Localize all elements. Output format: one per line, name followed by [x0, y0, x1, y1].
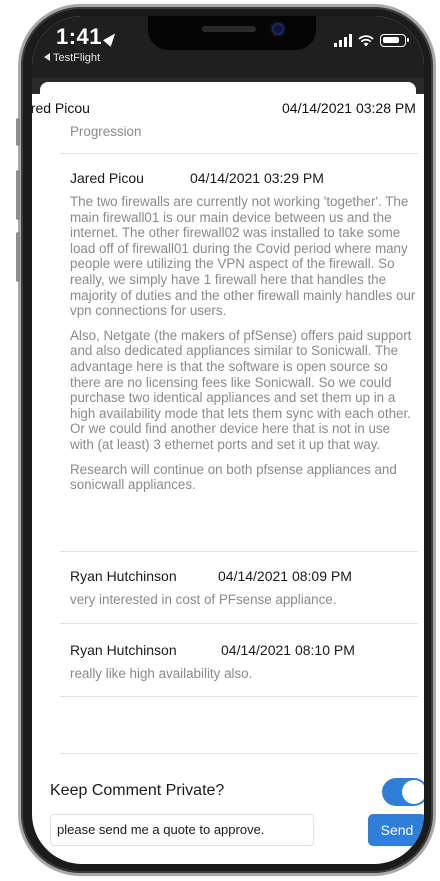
- status-icons: [334, 31, 409, 47]
- status-bar: 1:41 TestFlight: [32, 16, 424, 78]
- top-entry-author: Jared Picou: [32, 100, 90, 116]
- location-arrow-icon: [103, 29, 120, 47]
- comment-input[interactable]: please send me a quote to approve.: [50, 814, 314, 846]
- divider: [60, 623, 418, 624]
- comment-author: Ryan Hutchinson: [70, 568, 177, 584]
- toggle-knob: [402, 780, 424, 804]
- status-time: 1:41: [56, 24, 120, 50]
- camera-notch: [148, 16, 316, 50]
- top-entry-date: 04/14/2021 03:28 PM: [282, 100, 416, 116]
- signal-icon: [334, 34, 352, 47]
- back-to-app-link[interactable]: TestFlight: [44, 52, 100, 64]
- app-screen: 1:41 TestFlight Jared Picou 04/14/2021 0…: [32, 16, 424, 864]
- wifi-icon: [358, 35, 374, 47]
- keep-private-toggle[interactable]: [382, 778, 424, 806]
- comment-item: Ryan Hutchinson 04/14/2021 08:09 PM very…: [70, 568, 416, 608]
- comment-paragraph: Also, Netgate (the makers of pfSense) of…: [70, 327, 412, 452]
- keep-private-label: Keep Comment Private?: [50, 782, 225, 799]
- divider: [60, 153, 418, 154]
- comment-author: Ryan Hutchinson: [70, 642, 177, 658]
- back-arrow-icon: [44, 53, 50, 61]
- back-app-label: TestFlight: [53, 52, 101, 64]
- mute-switch: [16, 118, 20, 146]
- comment-date: 04/14/2021 08:09 PM: [218, 568, 352, 584]
- divider: [60, 551, 418, 552]
- comment-body: really like high availability also.: [70, 666, 253, 681]
- sheet-edge: [40, 82, 416, 96]
- comment-date: 04/14/2021 03:29 PM: [190, 170, 324, 186]
- front-camera: [272, 23, 284, 35]
- volume-up-button: [16, 170, 20, 220]
- comment-paragraph: Research will continue on both pfsense a…: [70, 461, 397, 493]
- earpiece-speaker: [202, 26, 256, 32]
- volume-down-button: [16, 232, 20, 282]
- status-time-text: 1:41: [56, 24, 103, 49]
- comment-author: Jared Picou: [70, 170, 144, 186]
- comment-body: very interested in cost of PFsense appli…: [70, 592, 337, 607]
- battery-icon: [380, 34, 409, 47]
- comment-header: Ryan Hutchinson 04/14/2021 08:09 PM: [70, 568, 416, 588]
- comment-header: Ryan Hutchinson 04/14/2021 08:10 PM: [70, 642, 416, 662]
- comment-header: Jared Picou 04/14/2021 03:29 PM: [70, 170, 416, 190]
- comment-body: The two firewalls are currently not work…: [70, 194, 416, 493]
- sheet-backdrop: [32, 78, 424, 96]
- comment-date: 04/14/2021 08:10 PM: [221, 642, 355, 658]
- comment-paragraph: The two firewalls are currently not work…: [70, 194, 416, 319]
- send-button[interactable]: Send: [368, 814, 424, 846]
- comment-item: Jared Picou 04/14/2021 03:29 PM The two …: [70, 170, 416, 502]
- comment-item: Ryan Hutchinson 04/14/2021 08:10 PM real…: [70, 642, 416, 682]
- top-entry-text: Progression: [70, 124, 142, 139]
- divider: [60, 696, 418, 697]
- compose-divider: [60, 753, 418, 754]
